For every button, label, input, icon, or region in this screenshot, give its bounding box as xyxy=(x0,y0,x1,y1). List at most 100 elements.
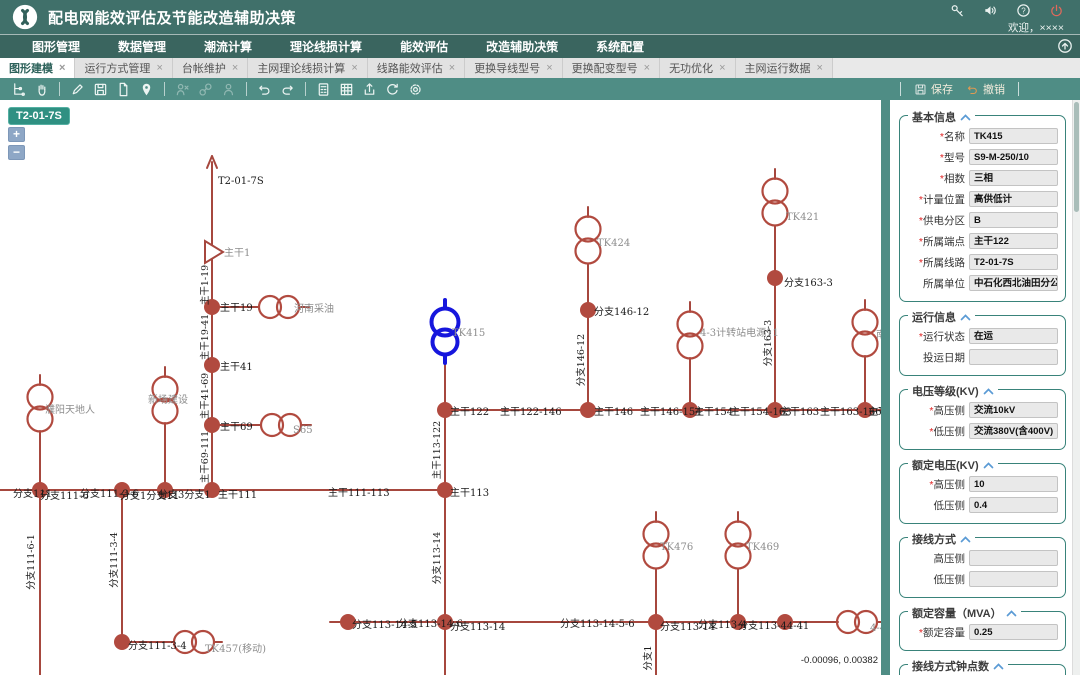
tab-台帐维护[interactable]: 台帐维护× xyxy=(173,58,248,78)
field-input-所属端点[interactable]: 主干122 xyxy=(969,233,1058,249)
save-tool-button[interactable] xyxy=(89,80,112,99)
field-input-运行状态[interactable]: 在运 xyxy=(969,328,1058,344)
help-icon[interactable]: ? xyxy=(1016,3,1031,18)
menu-item-理论线损计算[interactable]: 理论线损计算 xyxy=(290,38,362,55)
diagram-label: TK469 xyxy=(746,542,779,553)
tab-更换导线型号[interactable]: 更换导线型号× xyxy=(465,58,562,78)
link-tool-button[interactable] xyxy=(194,80,217,99)
tab-close-icon[interactable]: × xyxy=(59,63,65,74)
pin-tool-button[interactable] xyxy=(135,80,158,99)
save-button[interactable]: 保存 xyxy=(914,81,953,97)
header-icons: ? xyxy=(950,3,1064,18)
tab-close-icon[interactable]: × xyxy=(546,63,552,74)
tab-主网理论线损计算[interactable]: 主网理论线损计算× xyxy=(248,58,367,78)
field-input-名称[interactable]: TK415 xyxy=(969,128,1058,144)
required-asterisk: * xyxy=(919,627,923,639)
divider xyxy=(900,82,901,96)
field-input-所属线路[interactable]: T2-01-7S xyxy=(969,254,1058,270)
menu-item-数据管理[interactable]: 数据管理 xyxy=(118,38,166,55)
collapse-caret-icon[interactable] xyxy=(960,314,971,321)
field-input-型号[interactable]: S9-M-250/10 xyxy=(969,149,1058,165)
calc-tool-button[interactable] xyxy=(312,80,335,99)
diagram-label: S65 xyxy=(293,425,313,436)
field-input-所属单位[interactable]: 中石化西北油田分公司 xyxy=(969,275,1058,291)
document-tool-button[interactable] xyxy=(112,80,135,99)
zoom-in-button[interactable]: + xyxy=(8,127,25,142)
settings-tool-button[interactable] xyxy=(404,80,427,99)
menu-item-系统配置[interactable]: 系统配置 xyxy=(596,38,644,55)
field-input-高压侧[interactable] xyxy=(969,550,1058,566)
required-asterisk: * xyxy=(940,131,944,143)
tab-运行方式管理[interactable]: 运行方式管理× xyxy=(75,58,172,78)
tab-close-icon[interactable]: × xyxy=(351,63,357,74)
tab-无功优化[interactable]: 无功优化× xyxy=(660,58,735,78)
export-tool-button[interactable] xyxy=(358,80,381,99)
field-input-相数[interactable]: 三相 xyxy=(969,170,1058,186)
tab-close-icon[interactable]: × xyxy=(232,63,238,74)
panel-splitter[interactable] xyxy=(881,100,890,675)
diagram-label-rotated: 分支1 xyxy=(642,645,654,670)
menu-item-潮流计算[interactable]: 潮流计算 xyxy=(204,38,252,55)
tab-线路能效评估[interactable]: 线路能效评估× xyxy=(368,58,465,78)
collapse-caret-icon[interactable] xyxy=(993,663,1004,670)
sound-icon[interactable] xyxy=(983,3,998,18)
tab-图形建模[interactable]: 图形建模× xyxy=(0,58,75,78)
field-input-低压侧[interactable]: 交流380V(含400V) xyxy=(969,423,1058,439)
key-icon[interactable] xyxy=(950,3,965,18)
zoom-out-button[interactable]: − xyxy=(8,145,25,160)
welcome-text: 欢迎，×××× xyxy=(1008,20,1064,35)
network-diagram[interactable]: T2-01-7S主干1主干19主干41主干69主干111分支111分支111-6… xyxy=(0,100,881,675)
collapse-caret-icon[interactable] xyxy=(960,114,971,121)
menu-item-能效评估[interactable]: 能效评估 xyxy=(400,38,448,55)
breaker-triangle-icon[interactable] xyxy=(205,241,223,263)
field-input-高压侧[interactable]: 交流10kV xyxy=(969,402,1058,418)
section-title: 基本信息 xyxy=(908,109,975,125)
diagram-label: 分支113-44-41 xyxy=(738,620,809,632)
field-row: *运行状态在运 xyxy=(907,328,1058,344)
collapse-caret-icon[interactable] xyxy=(983,388,994,395)
power-icon[interactable] xyxy=(1049,3,1064,18)
undo-tool-button[interactable] xyxy=(253,80,276,99)
collapse-caret-icon[interactable] xyxy=(983,462,994,469)
panel-scrollbar[interactable] xyxy=(1072,100,1080,675)
user-remove-tool-button[interactable] xyxy=(171,80,194,99)
collapse-up-icon[interactable] xyxy=(1057,38,1073,54)
field-label: *计量位置 xyxy=(907,192,965,207)
redo-tool-button[interactable] xyxy=(276,80,299,99)
diagram-node[interactable] xyxy=(767,270,783,286)
diagram-label: 主干154 xyxy=(694,406,733,418)
refresh-tool-button[interactable] xyxy=(381,80,404,99)
tab-更换配变型号[interactable]: 更换配变型号× xyxy=(563,58,660,78)
tab-close-icon[interactable]: × xyxy=(817,63,823,74)
field-input-供电分区[interactable]: B xyxy=(969,212,1058,228)
diagram-label: TK421 xyxy=(786,212,819,223)
tab-close-icon[interactable]: × xyxy=(449,63,455,74)
tree-tool-button[interactable] xyxy=(7,80,30,99)
required-asterisk: * xyxy=(940,152,944,164)
diagram-label: 主干41 xyxy=(220,361,253,373)
section-title-label: 额定容量（MVA） xyxy=(912,605,1002,621)
grid-tool-button[interactable] xyxy=(335,80,358,99)
field-input-计量位置[interactable]: 高供低计 xyxy=(969,191,1058,207)
collapse-caret-icon[interactable] xyxy=(960,536,971,543)
menu-item-改造辅助决策[interactable]: 改造辅助决策 xyxy=(486,38,558,55)
tab-主网运行数据[interactable]: 主网运行数据× xyxy=(736,58,833,78)
tab-close-icon[interactable]: × xyxy=(719,63,725,74)
pan-tool-button[interactable] xyxy=(30,80,53,99)
user-tool-button[interactable] xyxy=(217,80,240,99)
field-input-低压侧[interactable]: 0.4 xyxy=(969,497,1058,513)
field-input-投运日期[interactable] xyxy=(969,349,1058,365)
collapse-caret-icon[interactable] xyxy=(1006,610,1017,617)
field-input-高压侧[interactable]: 10 xyxy=(969,476,1058,492)
field-input-额定容量[interactable]: 0.25 xyxy=(969,624,1058,640)
pencil-tool-button[interactable] xyxy=(66,80,89,99)
diagram-label: 主干111-113 xyxy=(328,487,390,499)
diagram-canvas[interactable]: T2-01-7S主干1主干19主干41主干69主干111分支111分支111-6… xyxy=(0,100,881,675)
scrollbar-thumb[interactable] xyxy=(1074,102,1079,212)
section-title-label: 接线方式 xyxy=(912,531,956,547)
tab-close-icon[interactable]: × xyxy=(644,63,650,74)
undo-button[interactable]: 撤销 xyxy=(966,81,1005,97)
menu-item-图形管理[interactable]: 图形管理 xyxy=(32,38,80,55)
field-input-低压侧[interactable] xyxy=(969,571,1058,587)
tab-close-icon[interactable]: × xyxy=(156,63,162,74)
